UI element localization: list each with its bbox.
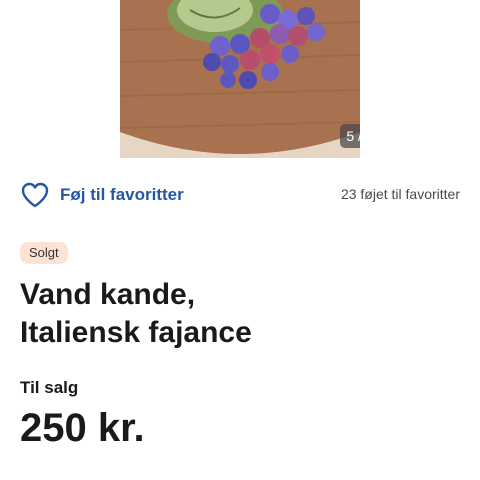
product-photo-image — [120, 0, 360, 158]
listing-title-line1: Vand kande, — [20, 278, 196, 311]
add-to-favorites-label: Føj til favoritter — [60, 185, 184, 204]
heart-outline-icon — [20, 181, 50, 209]
product-photo[interactable]: 5 / 8 — [120, 0, 360, 158]
gallery-counter: 5 / 8 — [340, 124, 360, 148]
listing-title: Vand kande, Italiensk fajance — [20, 276, 460, 352]
price: 250 kr. — [20, 406, 145, 450]
sale-type-label: Til salg — [20, 378, 79, 397]
listing-title-line2: Italiensk fajance — [20, 316, 252, 349]
favorites-row: Føj til favoritter 23 føjet til favoritt… — [20, 178, 460, 212]
status-badge: Solgt — [20, 242, 68, 264]
add-to-favorites-button[interactable]: Føj til favoritter — [20, 178, 184, 212]
favorites-count: 23 føjet til favoritter — [340, 186, 460, 202]
